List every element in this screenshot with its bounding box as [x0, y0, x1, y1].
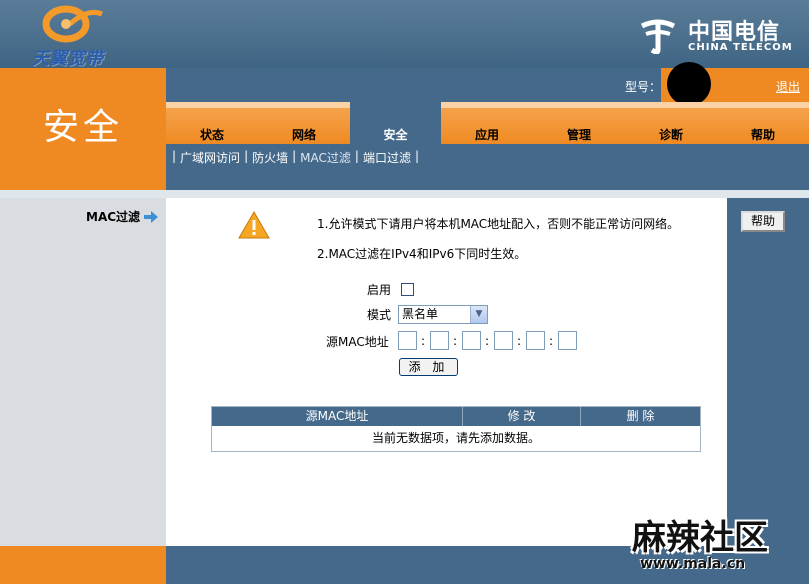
- column-header-mac: 源MAC地址: [305, 409, 369, 423]
- warning-icon: [238, 210, 270, 239]
- brand-name: 天翼宽带: [32, 49, 104, 69]
- brand-logo: 天翼宽带: [0, 0, 166, 69]
- mode-select-value: 黑名单: [402, 307, 439, 321]
- mac-octet-5-input[interactable]: [526, 331, 545, 350]
- mac-separator: :: [453, 334, 458, 348]
- mac-filter-table: 源MAC地址 修 改 删 除 当前无数据项，请先添加数据。: [211, 406, 701, 452]
- model-label: 型号：: [625, 80, 662, 94]
- watermark-url: www.mala.cn: [640, 556, 746, 572]
- telecom-name-en: CHINA TELECOM: [688, 42, 793, 53]
- subnav-separator: |: [414, 149, 420, 163]
- arrow-right-icon: [144, 210, 159, 223]
- tab-application[interactable]: 应用: [441, 102, 533, 144]
- mac-octet-2-input[interactable]: [430, 331, 449, 350]
- subnav-separator: |: [354, 149, 359, 163]
- tab-security[interactable]: 安全: [350, 102, 441, 144]
- table-empty-row: 当前无数据项，请先添加数据。: [371, 431, 540, 445]
- mode-select[interactable]: 黑名单 ▼: [398, 305, 488, 324]
- mac-octet-3-input[interactable]: [462, 331, 481, 350]
- left-menu-item-label: MAC过滤: [86, 210, 141, 224]
- add-button[interactable]: 添 加: [399, 358, 458, 376]
- mac-octet-4-input[interactable]: [494, 331, 513, 350]
- main-tabs: 状态 网络 安全 应用 管理 诊断 帮助: [166, 102, 809, 144]
- column-header-edit: 修 改: [507, 409, 536, 423]
- divider-strip: [0, 190, 809, 198]
- subnav-port-filter[interactable]: 端口过滤: [363, 149, 411, 166]
- logout-link[interactable]: 退出: [776, 78, 800, 95]
- note-line-1: 1.允许模式下请用户将本机MAC地址配入，否则不能正常访问网络。: [317, 217, 680, 231]
- column-header-delete: 删 除: [626, 409, 655, 423]
- redaction-blot: [667, 62, 711, 106]
- right-panel: [727, 198, 809, 546]
- mac-octet-6-input[interactable]: [558, 331, 577, 350]
- header-banner: 天翼宽带 中国电信 CHINA TELECOM: [0, 0, 809, 69]
- mode-label: 模式: [367, 308, 392, 322]
- subnav-separator: |: [292, 149, 297, 163]
- footer-left: [0, 546, 166, 584]
- enable-label: 启用: [367, 283, 392, 297]
- subnav: | 广域网访问 | 防火墙 | MAC过滤 | 端口过滤 |: [172, 149, 419, 166]
- china-telecom-logo-icon: [640, 19, 676, 54]
- mac-octet-1-input[interactable]: [398, 331, 417, 350]
- tab-status[interactable]: 状态: [166, 102, 258, 144]
- watermark-text: 麻辣社区: [632, 518, 768, 558]
- section-title: 安全: [42, 107, 123, 148]
- subnav-separator: |: [244, 149, 249, 163]
- mac-separator: :: [549, 334, 554, 348]
- note-line-2: 2.MAC过滤在IPv4和IPv6下同时生效。: [317, 247, 527, 261]
- mac-separator: :: [421, 334, 426, 348]
- tianyi-swirl-icon: [42, 5, 103, 43]
- subnav-mac-filter[interactable]: MAC过滤: [300, 149, 351, 166]
- mac-separator: :: [485, 334, 490, 348]
- subnav-firewall[interactable]: 防火墙: [252, 149, 288, 166]
- enable-checkbox[interactable]: [401, 283, 414, 296]
- left-menu-item-mac-filter[interactable]: MAC过滤: [86, 208, 159, 225]
- tab-diagnosis[interactable]: 诊断: [625, 102, 717, 144]
- tab-help[interactable]: 帮助: [717, 102, 809, 144]
- tab-network[interactable]: 网络: [258, 102, 350, 144]
- mac-separator: :: [517, 334, 522, 348]
- mac-label: 源MAC地址: [326, 335, 389, 349]
- subnav-separator: |: [172, 149, 177, 163]
- chevron-down-icon: ▼: [470, 306, 487, 323]
- table-header: 源MAC地址 修 改 删 除: [212, 407, 700, 426]
- help-button[interactable]: 帮助: [741, 211, 785, 232]
- left-menu: [0, 198, 166, 546]
- subnav-wan-access[interactable]: 广域网访问: [180, 149, 240, 166]
- tab-management[interactable]: 管理: [533, 102, 625, 144]
